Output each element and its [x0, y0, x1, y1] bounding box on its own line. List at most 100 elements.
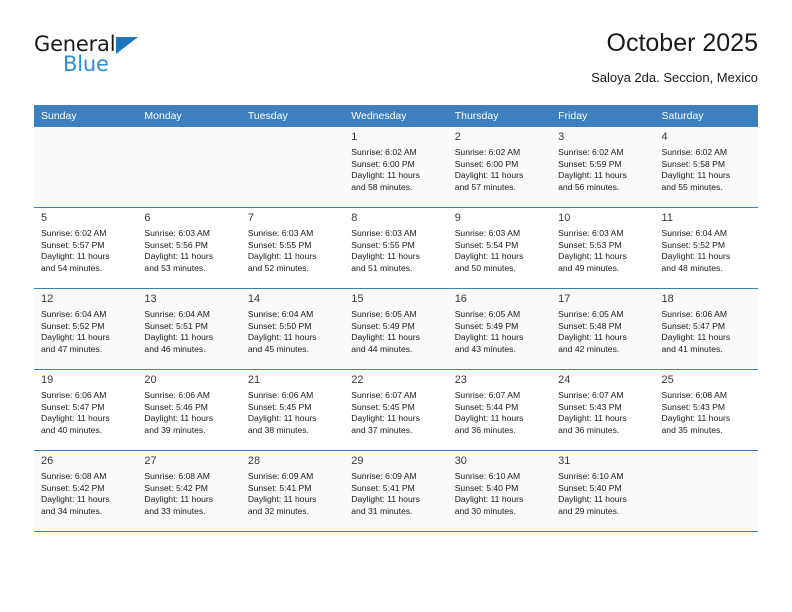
sunrise-text: Sunrise: 6:08 AM: [41, 471, 107, 481]
day-cell[interactable]: 19 Sunrise: 6:06 AM Sunset: 5:47 PM Dayligh…: [34, 369, 138, 451]
day-details: Sunrise: 6:09 AM Sunset: 5:41 PM Daylight:…: [248, 471, 338, 517]
sunrise-text: Sunrise: 6:02 AM: [454, 147, 521, 157]
day-cell[interactable]: 22 Sunrise: 6:07 AM Sunset: 5:45 PM Dayligh…: [344, 369, 448, 451]
day-cell[interactable]: 2 Sunrise: 6:02 AM Sunset: 6:00 PM Daylight…: [447, 127, 552, 208]
sunrise-text: Sunrise: 6:10 AM: [558, 471, 624, 481]
day-cell[interactable]: 12 Sunrise: 6:04 AM Sunset: 5:52 PM Dayligh…: [34, 288, 138, 370]
day-cell[interactable]: 11 Sunrise: 6:04 AM Sunset: 5:52 PM Dayligh…: [654, 207, 758, 289]
day-cell[interactable]: 17 Sunrise: 6:05 AM Sunset: 5:48 PM Dayligh…: [551, 288, 655, 370]
daylight-text-line1: Daylight: 11 hours: [558, 170, 627, 180]
day-details: Sunrise: 6:10 AM Sunset: 5:40 PM Daylight:…: [558, 471, 648, 517]
daylight-text-line2: and 37 minutes.: [351, 424, 413, 435]
day-cell[interactable]: 30 Sunrise: 6:10 AM Sunset: 5:40 PM Dayligh…: [447, 450, 552, 532]
sunset-text: Sunset: 5:53 PM: [558, 239, 622, 250]
daylight-text-line2: and 41 minutes.: [661, 343, 723, 354]
day-cell[interactable]: [654, 450, 758, 532]
daylight-text-line2: and 58 minutes.: [351, 181, 413, 192]
day-cell[interactable]: 28 Sunrise: 6:09 AM Sunset: 5:41 PM Dayligh…: [240, 450, 345, 532]
day-cell[interactable]: 9 Sunrise: 6:03 AM Sunset: 5:54 PM Daylight…: [447, 207, 552, 289]
day-cell[interactable]: 25 Sunrise: 6:08 AM Sunset: 5:43 PM Dayligh…: [654, 369, 758, 451]
day-number: 1: [351, 131, 358, 143]
day-cell[interactable]: 21 Sunrise: 6:06 AM Sunset: 5:45 PM Dayligh…: [240, 369, 345, 451]
daylight-text-line2: and 43 minutes.: [454, 343, 516, 354]
sunset-text: Sunset: 5:43 PM: [558, 401, 622, 412]
day-cell[interactable]: 1 Sunrise: 6:02 AM Sunset: 6:00 PM Daylight…: [344, 127, 448, 208]
daylight-text-line1: Daylight: 11 hours: [661, 170, 731, 180]
day-cell[interactable]: 7 Sunrise: 6:03 AM Sunset: 5:55 PM Daylight…: [240, 207, 345, 289]
day-number: 23: [454, 374, 467, 386]
day-cell[interactable]: 29 Sunrise: 6:09 AM Sunset: 5:41 PM Dayligh…: [344, 450, 448, 532]
day-number: 6: [144, 212, 151, 224]
daylight-text-line1: Daylight: 11 hours: [41, 251, 110, 261]
day-details: Sunrise: 6:08 AM Sunset: 5:43 PM Daylight:…: [662, 390, 752, 436]
daylight-text-line2: and 29 minutes.: [558, 505, 620, 516]
day-cell[interactable]: 8 Sunrise: 6:03 AM Sunset: 5:55 PM Daylight…: [344, 207, 448, 289]
sunset-text: Sunset: 5:57 PM: [41, 239, 105, 250]
daylight-text-line1: Daylight: 11 hours: [247, 332, 317, 342]
daylight-text-line1: Daylight: 11 hours: [144, 413, 214, 423]
sunset-text: Sunset: 5:58 PM: [661, 158, 726, 169]
daylight-text-line1: Daylight: 11 hours: [661, 413, 731, 423]
daylight-text-line1: Daylight: 11 hours: [454, 413, 524, 423]
day-cell[interactable]: 23 Sunrise: 6:07 AM Sunset: 5:44 PM Dayligh…: [447, 369, 552, 451]
calendar-body: 1 Sunrise: 6:02 AM Sunset: 6:00 PM Daylight…: [34, 127, 758, 532]
day-cell[interactable]: [34, 127, 138, 208]
sunrise-text: Sunrise: 6:02 AM: [661, 147, 727, 157]
day-details: Sunrise: 6:03 AM Sunset: 5:55 PM Daylight:…: [351, 228, 441, 274]
sunrise-text: Sunrise: 6:04 AM: [661, 228, 727, 238]
sunset-text: Sunset: 5:52 PM: [661, 239, 726, 250]
sunset-text: Sunset: 5:48 PM: [558, 320, 622, 331]
day-number: 30: [454, 455, 467, 467]
day-cell[interactable]: [240, 127, 345, 208]
daylight-text-line2: and 49 minutes.: [558, 262, 620, 273]
day-details: Sunrise: 6:10 AM Sunset: 5:40 PM Daylight:…: [455, 471, 545, 517]
day-cell[interactable]: 14 Sunrise: 6:04 AM Sunset: 5:50 PM Dayligh…: [240, 288, 345, 370]
day-number: 12: [41, 293, 54, 305]
weekday-header-wednesday: Wednesday: [344, 105, 448, 127]
day-number: 4: [661, 131, 668, 143]
calendar-week-row: 5 Sunrise: 6:02 AM Sunset: 5:57 PM Daylight…: [34, 207, 758, 289]
day-cell[interactable]: 4 Sunrise: 6:02 AM Sunset: 5:58 PM Daylight…: [654, 127, 758, 208]
day-cell[interactable]: 15 Sunrise: 6:05 AM Sunset: 5:49 PM Dayligh…: [344, 288, 448, 370]
daylight-text-line1: Daylight: 11 hours: [351, 413, 420, 423]
day-details: Sunrise: 6:08 AM Sunset: 5:42 PM Daylight:…: [144, 471, 234, 517]
daylight-text-line2: and 36 minutes.: [454, 424, 516, 435]
sunset-text: Sunset: 5:49 PM: [351, 320, 415, 331]
day-cell[interactable]: 13 Sunrise: 6:04 AM Sunset: 5:51 PM Dayligh…: [137, 288, 241, 370]
generalblue-logo: General Blue: [34, 32, 244, 90]
day-cell[interactable]: 5 Sunrise: 6:02 AM Sunset: 5:57 PM Daylight…: [34, 207, 138, 289]
day-cell[interactable]: 18 Sunrise: 6:06 AM Sunset: 5:47 PM Dayligh…: [654, 288, 758, 370]
day-details: Sunrise: 6:04 AM Sunset: 5:50 PM Daylight:…: [248, 309, 338, 355]
sunrise-text: Sunrise: 6:09 AM: [247, 471, 314, 481]
day-cell[interactable]: 26 Sunrise: 6:08 AM Sunset: 5:42 PM Dayligh…: [34, 450, 138, 532]
day-cell[interactable]: 27 Sunrise: 6:08 AM Sunset: 5:42 PM Dayligh…: [137, 450, 241, 532]
title-block: October 2025 Saloya 2da. Seccion, Mexico: [591, 28, 758, 87]
day-cell[interactable]: 24 Sunrise: 6:07 AM Sunset: 5:43 PM Dayligh…: [551, 369, 655, 451]
daylight-text-line1: Daylight: 11 hours: [144, 494, 214, 504]
daylight-text-line1: Daylight: 11 hours: [661, 332, 731, 342]
day-cell[interactable]: 6 Sunrise: 6:03 AM Sunset: 5:56 PM Daylight…: [137, 207, 241, 289]
day-cell[interactable]: 20 Sunrise: 6:06 AM Sunset: 5:46 PM Dayligh…: [137, 369, 241, 451]
day-cell[interactable]: 31 Sunrise: 6:10 AM Sunset: 5:40 PM Dayligh…: [551, 450, 655, 532]
sunset-text: Sunset: 5:54 PM: [454, 239, 519, 250]
sunrise-text: Sunrise: 6:03 AM: [454, 228, 521, 238]
day-details: Sunrise: 6:05 AM Sunset: 5:49 PM Daylight:…: [455, 309, 545, 355]
day-details: Sunrise: 6:06 AM Sunset: 5:47 PM Daylight:…: [662, 309, 752, 355]
day-cell[interactable]: 10 Sunrise: 6:03 AM Sunset: 5:53 PM Dayligh…: [551, 207, 655, 289]
sunset-text: Sunset: 5:46 PM: [144, 401, 208, 412]
day-cell[interactable]: [137, 127, 241, 208]
sunset-text: Sunset: 5:55 PM: [247, 239, 312, 250]
day-number: 25: [661, 374, 674, 386]
day-cell[interactable]: 16 Sunrise: 6:05 AM Sunset: 5:49 PM Dayligh…: [447, 288, 552, 370]
day-number: 5: [41, 212, 48, 224]
day-details: Sunrise: 6:02 AM Sunset: 5:58 PM Daylight:…: [662, 147, 752, 193]
sunrise-text: Sunrise: 6:06 AM: [661, 309, 727, 319]
page-subtitle: Saloya 2da. Seccion, Mexico: [591, 70, 758, 85]
day-cell[interactable]: 3 Sunrise: 6:02 AM Sunset: 5:59 PM Daylight…: [551, 127, 655, 208]
day-number: 8: [351, 212, 358, 224]
sunrise-text: Sunrise: 6:06 AM: [41, 390, 107, 400]
sunrise-text: Sunrise: 6:07 AM: [454, 390, 521, 400]
day-number: 24: [558, 374, 571, 386]
daylight-text-line1: Daylight: 11 hours: [558, 251, 627, 261]
daylight-text-line2: and 40 minutes.: [41, 424, 103, 435]
